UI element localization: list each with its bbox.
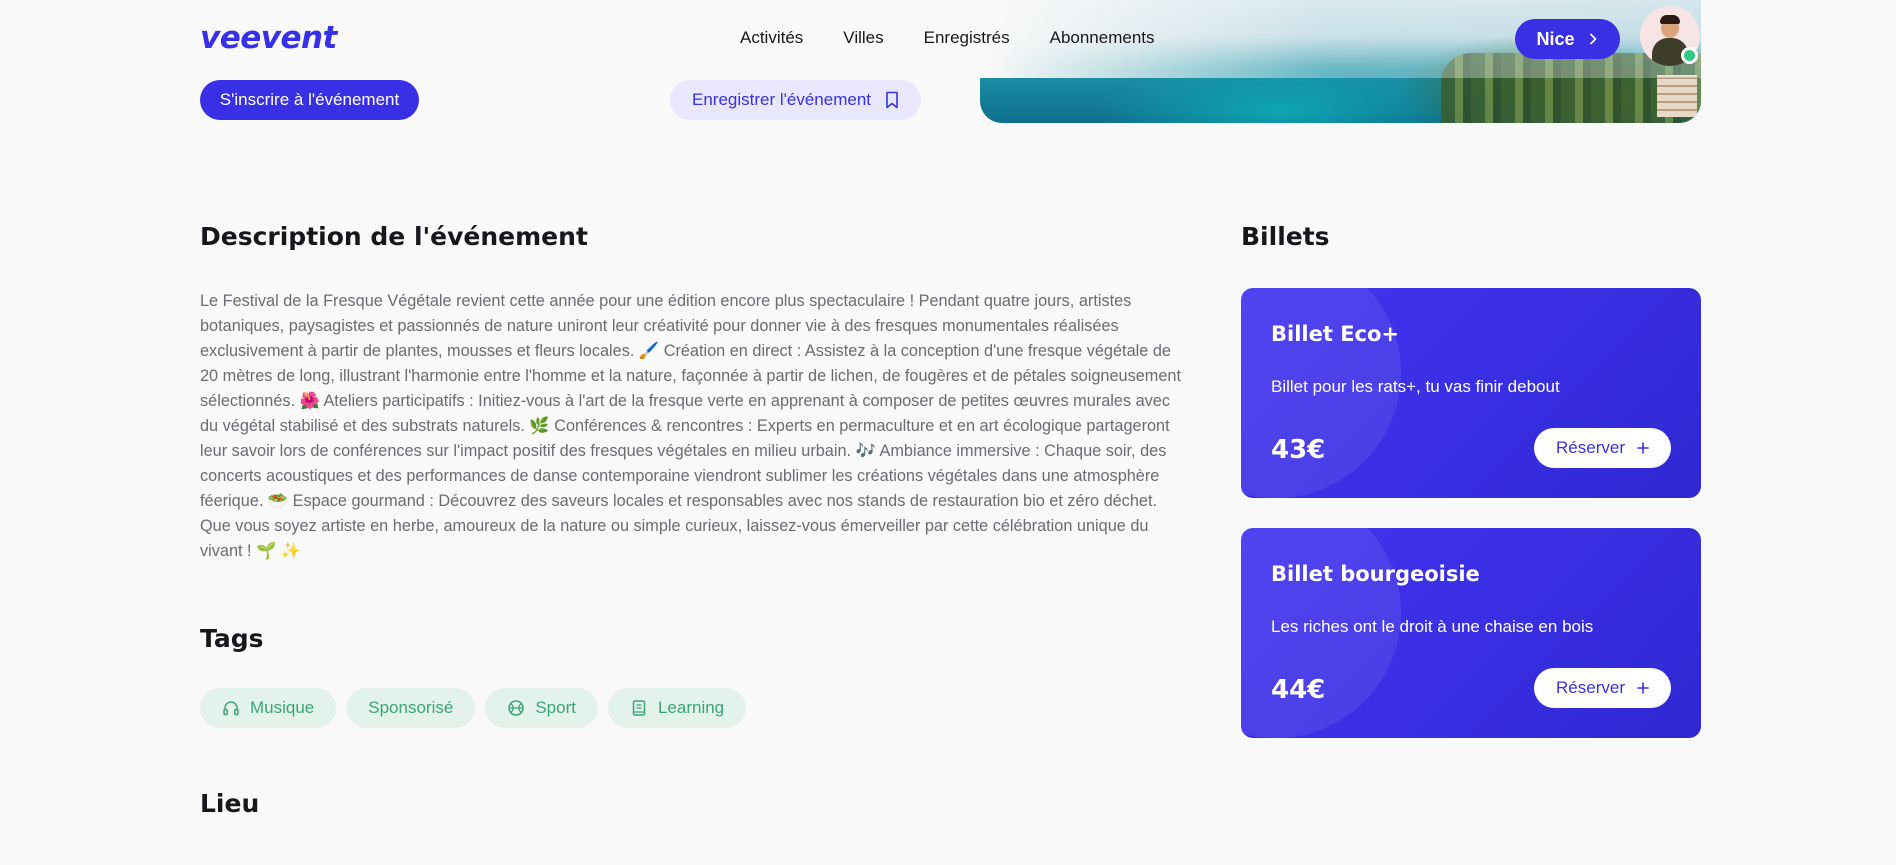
tag-sport[interactable]: Sport bbox=[485, 688, 598, 728]
tag-sponsorise[interactable]: Sponsorisé bbox=[346, 688, 476, 728]
plus-icon bbox=[1637, 442, 1649, 454]
hero-building bbox=[1657, 75, 1697, 117]
tag-learning[interactable]: Learning bbox=[607, 688, 747, 728]
city-selector-label: Nice bbox=[1536, 28, 1575, 49]
ticket-description: Billet pour les rats+, tu vas finir debo… bbox=[1271, 377, 1560, 396]
ball-icon bbox=[508, 700, 525, 716]
reserve-button[interactable]: Réserver bbox=[1534, 428, 1671, 468]
tag-label: Sponsorisé bbox=[368, 698, 454, 717]
save-event-button[interactable]: Enregistrer l'événement bbox=[670, 80, 921, 120]
nav-item-abonnements[interactable]: Abonnements bbox=[1050, 28, 1155, 48]
plus-icon bbox=[1637, 682, 1649, 694]
tag-label: Musique bbox=[250, 698, 315, 717]
headphones-icon bbox=[223, 701, 239, 716]
avatar-hair bbox=[1660, 15, 1680, 24]
ticket-card-bourgeoisie: Billet bourgeoisie Les riches ont le dro… bbox=[1241, 528, 1701, 738]
ticket-description: Les riches ont le droit à une chaise en … bbox=[1271, 617, 1594, 636]
main-nav: Activités Villes Enregistrés Abonnements bbox=[740, 28, 1155, 48]
nav-item-activites[interactable]: Activités bbox=[740, 28, 803, 48]
ticket-name: Billet bourgeoisie bbox=[1271, 562, 1480, 586]
tag-musique[interactable]: Musique bbox=[200, 688, 337, 728]
register-event-button[interactable]: S'inscrire à l'événement bbox=[200, 80, 419, 120]
tags-heading: Tags bbox=[200, 624, 264, 653]
description-heading: Description de l'événement bbox=[200, 222, 588, 251]
ticket-name: Billet Eco+ bbox=[1271, 322, 1400, 346]
tag-label: Sport bbox=[535, 698, 576, 717]
tickets-heading: Billets bbox=[1241, 222, 1330, 251]
nav-item-enregistres[interactable]: Enregistrés bbox=[924, 28, 1010, 48]
online-status-indicator bbox=[1681, 47, 1698, 64]
city-selector-button[interactable]: Nice bbox=[1515, 19, 1620, 59]
description-text: Le Festival de la Fresque Végétale revie… bbox=[200, 292, 1181, 560]
tag-label: Learning bbox=[657, 698, 725, 717]
ticket-card-eco: Billet Eco+ Billet pour les rats+, tu va… bbox=[1241, 288, 1701, 498]
reserve-label: Réserver bbox=[1556, 678, 1625, 697]
save-event-label: Enregistrer l'événement bbox=[692, 90, 871, 109]
location-heading: Lieu bbox=[200, 789, 260, 818]
veevent-logo[interactable]: veevent bbox=[200, 20, 337, 56]
reserve-label: Réserver bbox=[1556, 438, 1625, 457]
bookmark-icon bbox=[886, 91, 898, 109]
reserve-button[interactable]: Réserver bbox=[1534, 668, 1671, 708]
ticket-price: 43€ bbox=[1271, 435, 1326, 465]
top-header: veevent Activités Villes Enregistrés Abo… bbox=[0, 0, 1896, 78]
chevron-right-icon bbox=[1589, 33, 1596, 45]
tags-list: Musique Sponsorisé Sport Learning bbox=[200, 688, 747, 728]
ticket-price: 44€ bbox=[1271, 675, 1326, 705]
book-icon bbox=[632, 700, 646, 716]
nav-item-villes[interactable]: Villes bbox=[843, 28, 883, 48]
